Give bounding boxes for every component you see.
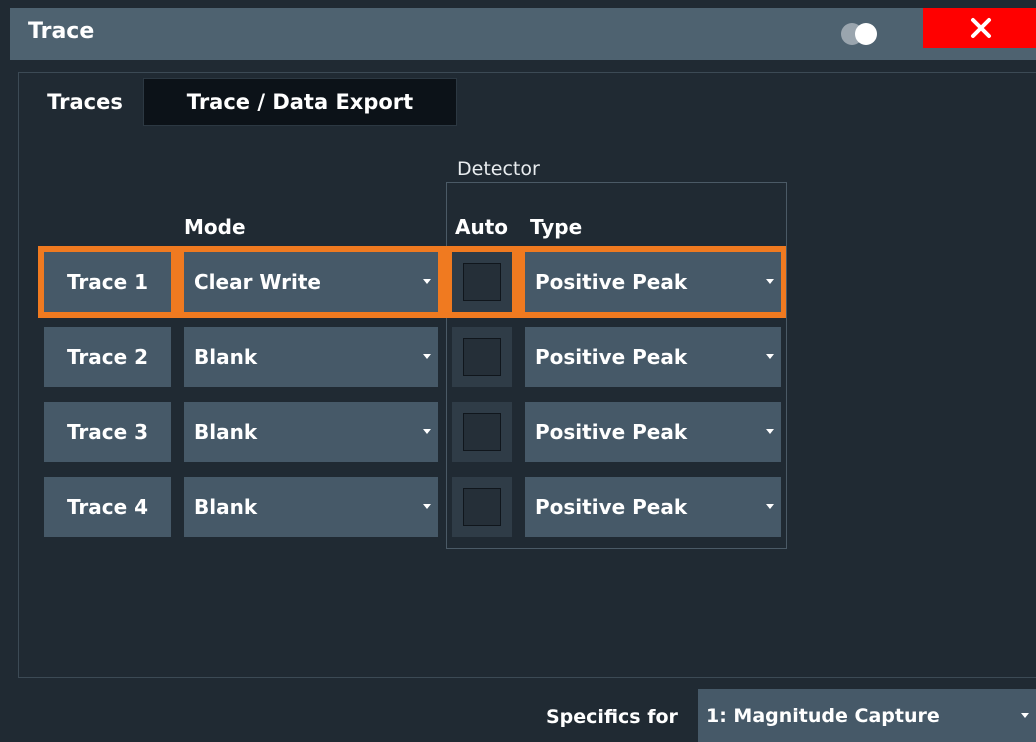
chevron-down-icon <box>766 504 774 509</box>
trace-1-type-dropdown[interactable]: Positive Peak <box>525 252 781 312</box>
trace-2-type-value: Positive Peak <box>535 345 688 369</box>
trace-2-button[interactable]: Trace 2 <box>44 327 171 387</box>
trace-4-mode-dropdown[interactable]: Blank <box>184 477 438 537</box>
toggle-icon[interactable] <box>838 22 886 46</box>
close-button[interactable] <box>923 8 1036 48</box>
tab-traces[interactable]: Traces <box>28 78 142 126</box>
chevron-down-icon <box>423 504 431 509</box>
trace-3-type-value: Positive Peak <box>535 420 688 444</box>
chevron-down-icon <box>766 429 774 434</box>
mode-column-header: Mode <box>184 215 246 239</box>
type-column-header: Type <box>530 215 583 239</box>
trace-4-type-dropdown[interactable]: Positive Peak <box>525 477 781 537</box>
chevron-down-icon <box>423 354 431 359</box>
trace-3-mode-dropdown[interactable]: Blank <box>184 402 438 462</box>
trace-3-auto-checkbox[interactable] <box>463 413 501 451</box>
close-icon <box>970 18 991 38</box>
trace-4-auto-cell <box>452 477 512 537</box>
trace-3-type-dropdown[interactable]: Positive Peak <box>525 402 781 462</box>
specifics-value: 1: Magnitude Capture <box>706 704 940 727</box>
trace-1-mode-value: Clear Write <box>194 270 321 294</box>
trace-3-button[interactable]: Trace 3 <box>44 402 171 462</box>
auto-column-header: Auto <box>455 215 509 239</box>
trace-1-mode-dropdown[interactable]: Clear Write <box>184 252 438 312</box>
window-title: Trace <box>28 19 95 44</box>
trace-4-type-value: Positive Peak <box>535 495 688 519</box>
chevron-down-icon <box>423 279 431 284</box>
trace-1-auto-cell <box>452 252 512 312</box>
trace-2-auto-checkbox[interactable] <box>463 338 501 376</box>
chevron-down-icon <box>766 279 774 284</box>
specifics-for-label: Specifics for <box>546 706 678 728</box>
trace-4-button[interactable]: Trace 4 <box>44 477 171 537</box>
trace-2-mode-dropdown[interactable]: Blank <box>184 327 438 387</box>
detector-label: Detector <box>457 158 540 180</box>
tab-trace-data-export[interactable]: Trace / Data Export <box>143 78 457 126</box>
trace-2-type-dropdown[interactable]: Positive Peak <box>525 327 781 387</box>
specifics-dropdown[interactable]: 1: Magnitude Capture <box>698 689 1036 742</box>
trace-1-type-value: Positive Peak <box>535 270 688 294</box>
trace-4-auto-checkbox[interactable] <box>463 488 501 526</box>
trace-2-mode-value: Blank <box>194 345 258 369</box>
trace-1-button[interactable]: Trace 1 <box>44 252 171 312</box>
trace-2-auto-cell <box>452 327 512 387</box>
chevron-down-icon <box>766 354 774 359</box>
chevron-down-icon <box>423 429 431 434</box>
trace-3-auto-cell <box>452 402 512 462</box>
trace-4-mode-value: Blank <box>194 495 258 519</box>
trace-1-auto-checkbox[interactable] <box>463 263 501 301</box>
chevron-down-icon <box>1021 713 1029 718</box>
title-bar: Trace <box>10 8 1036 60</box>
trace-3-mode-value: Blank <box>194 420 258 444</box>
